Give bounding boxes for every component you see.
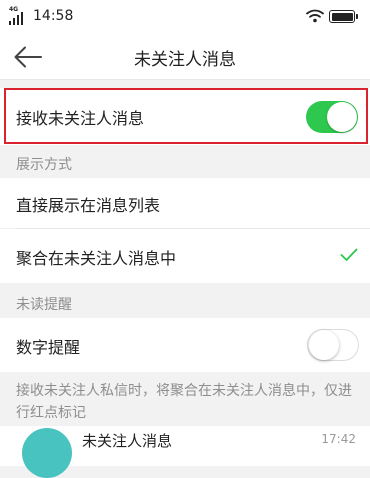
option-aggregate[interactable]: 聚合在未关注人消息中 bbox=[0, 229, 370, 283]
option-direct-display[interactable]: 直接展示在消息列表 bbox=[0, 178, 370, 228]
status-bar: 4G 14:58 bbox=[0, 0, 370, 34]
nav-bar: 未关注人消息 bbox=[0, 34, 370, 80]
checkmark-icon bbox=[340, 248, 358, 261]
status-time: 14:58 bbox=[33, 8, 74, 24]
wifi-icon bbox=[306, 9, 324, 23]
number-badge-label: 数字提醒 bbox=[16, 338, 81, 357]
receive-messages-label: 接收未关注人消息 bbox=[16, 109, 145, 128]
receive-messages-toggle[interactable] bbox=[306, 101, 358, 133]
number-badge-row: 数字提醒 bbox=[0, 318, 370, 372]
option-direct-display-label: 直接展示在消息列表 bbox=[16, 196, 161, 215]
signal-icon: 4G bbox=[9, 6, 29, 27]
option-aggregate-label: 聚合在未关注人消息中 bbox=[16, 249, 177, 268]
footnote: 接收未关注人私信时，将聚合在未关注人消息中，仅进行红点标记 bbox=[16, 383, 352, 421]
network-type: 4G bbox=[9, 6, 19, 13]
preview-card: 未关注人消息 17:42 bbox=[0, 426, 370, 478]
toggle-knob bbox=[309, 330, 339, 360]
section-header-unread: 未读提醒 bbox=[16, 297, 72, 313]
page-title: 未关注人消息 bbox=[134, 50, 236, 70]
number-badge-toggle[interactable] bbox=[307, 329, 359, 361]
receive-messages-row: 接收未关注人消息 bbox=[0, 88, 370, 145]
battery-icon bbox=[329, 10, 358, 23]
section-header-display-mode: 展示方式 bbox=[16, 157, 72, 173]
avatar bbox=[22, 428, 72, 478]
preview-time: 17:42 bbox=[321, 432, 356, 446]
toggle-knob bbox=[327, 102, 357, 132]
